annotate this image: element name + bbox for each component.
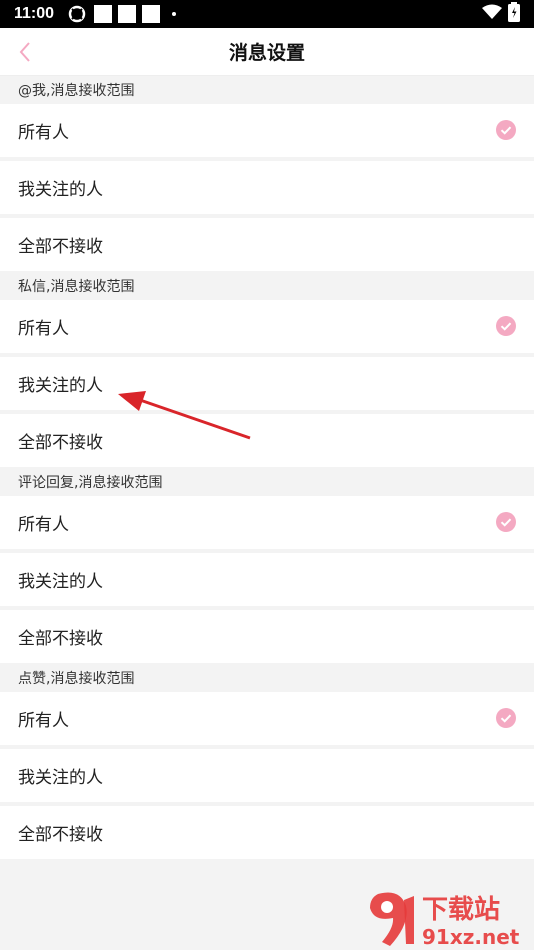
option-label: 我关注的人	[18, 768, 103, 788]
option-label: 所有人	[18, 711, 69, 731]
option-row[interactable]: 我关注的人	[0, 749, 534, 802]
option-row[interactable]: 我关注的人	[0, 553, 534, 606]
back-button[interactable]	[12, 38, 38, 66]
data-saver-icon	[68, 5, 86, 23]
option-row[interactable]: 所有人	[0, 300, 534, 353]
notification-icon	[118, 5, 137, 23]
battery-icon	[508, 1, 520, 27]
option-label: 全部不接收	[18, 433, 103, 453]
option-row[interactable]: 全部不接收	[0, 806, 534, 859]
checkmark-icon	[496, 512, 516, 532]
option-label: 我关注的人	[18, 572, 103, 592]
page-title: 消息设置	[228, 42, 305, 64]
section-header-comment-reply: 评论回复,消息接收范围	[0, 468, 534, 496]
option-row[interactable]: 我关注的人	[0, 161, 534, 214]
option-label: 全部不接收	[18, 237, 103, 257]
watermark-text-top: 下载站	[422, 895, 500, 925]
notification-icon	[94, 5, 113, 23]
option-row[interactable]: 所有人	[0, 692, 534, 745]
chevron-left-icon	[19, 42, 30, 62]
option-row[interactable]: 所有人	[0, 496, 534, 549]
checkmark-icon	[496, 120, 516, 140]
wifi-icon	[482, 4, 502, 25]
section-header-private-message: 私信,消息接收范围	[0, 272, 534, 300]
option-row[interactable]: 所有人	[0, 104, 534, 157]
section-header-like: 点赞,消息接收范围	[0, 664, 534, 692]
option-row[interactable]: 全部不接收	[0, 610, 534, 663]
checkmark-icon	[496, 708, 516, 728]
status-time: 11:00	[14, 5, 55, 22]
status-bar: 11:00	[0, 0, 534, 28]
option-label: 所有人	[18, 123, 69, 143]
more-notifications-icon	[172, 12, 177, 16]
checkmark-icon	[496, 316, 516, 336]
option-label: 所有人	[18, 319, 69, 339]
option-label: 全部不接收	[18, 629, 103, 649]
option-row[interactable]: 全部不接收	[0, 218, 534, 271]
notification-icon	[142, 5, 161, 23]
option-row[interactable]: 我关注的人	[0, 357, 534, 410]
option-label: 我关注的人	[18, 180, 103, 200]
option-label: 全部不接收	[18, 825, 103, 845]
watermark-text-bottom: 91xz.net	[422, 925, 520, 948]
option-label: 我关注的人	[18, 376, 103, 396]
option-row[interactable]: 全部不接收	[0, 414, 534, 467]
navigation-bar: 消息设置	[0, 28, 534, 76]
option-label: 所有人	[18, 515, 69, 535]
watermark-logo: 下载站 91xz.net	[360, 890, 532, 949]
section-header-mention: @我,消息接收范围	[0, 76, 534, 104]
